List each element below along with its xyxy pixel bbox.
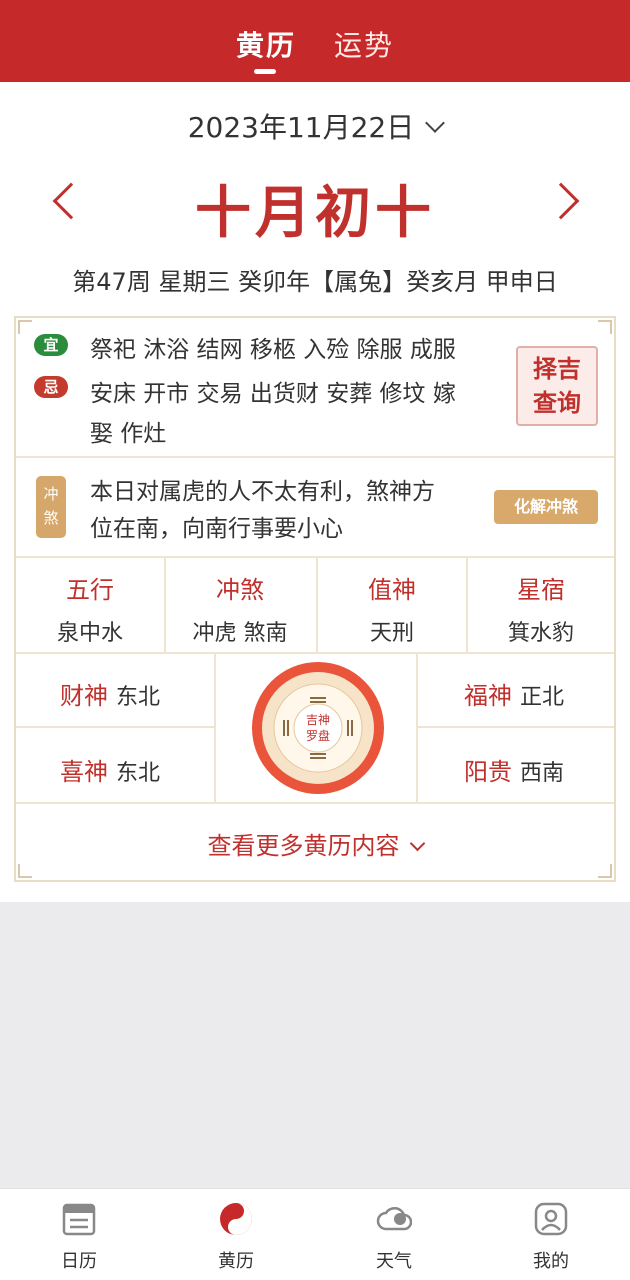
ji-line: 安床 开市 交易 出货财 安葬 修坟 嫁 bbox=[90, 381, 456, 407]
divider bbox=[418, 726, 614, 728]
more-almanac-button[interactable]: 查看更多黄历内容 bbox=[16, 826, 614, 861]
corner-decoration bbox=[18, 320, 32, 334]
ji-line: 娶 作灶 bbox=[90, 421, 167, 447]
yi-activities: 祭祀 沐浴 结网 移柩 入殓 除服 成服 bbox=[90, 337, 456, 363]
attr-label: 冲煞 bbox=[216, 576, 264, 604]
nav-label: 日历 bbox=[61, 1251, 97, 1272]
god-label: 福神 bbox=[464, 682, 512, 710]
attr-value: 泉中水 bbox=[56, 621, 123, 646]
attr-zhishen[interactable]: 值神 天刑 bbox=[318, 570, 466, 647]
nav-huangli[interactable]: 黄历 bbox=[157, 1189, 315, 1280]
nav-mine[interactable]: 我的 bbox=[472, 1189, 630, 1280]
attr-value: 天刑 bbox=[369, 621, 414, 646]
luopan-compass-icon[interactable]: 吉神 罗盘 bbox=[250, 660, 386, 796]
god-direction: 东北 bbox=[116, 685, 161, 710]
zeji-label: 查询 bbox=[533, 388, 581, 417]
attr-label: 值神 bbox=[368, 576, 416, 604]
chongsha-badge-char: 煞 bbox=[43, 509, 59, 527]
attr-xingxiu[interactable]: 星宿 箕水豹 bbox=[468, 570, 614, 647]
divider bbox=[16, 556, 614, 558]
yi-badge: 宜 bbox=[34, 334, 68, 356]
chongsha-line: 本日对属虎的人不太有利，煞神方 bbox=[90, 479, 435, 505]
ji-badge: 忌 bbox=[34, 376, 68, 398]
more-label: 查看更多黄历内容 bbox=[207, 832, 400, 860]
almanac-card: 宜 祭祀 沐浴 结网 移柩 入殓 除服 成服 忌 安床 开市 交易 出货财 安葬… bbox=[14, 316, 616, 882]
zeji-label: 择吉 bbox=[533, 354, 581, 383]
attr-label: 五行 bbox=[66, 576, 114, 604]
ji-activities: 安床 开市 交易 出货财 安葬 修坟 嫁 娶 作灶 bbox=[90, 374, 500, 454]
date-picker[interactable]: 2023年11月22日 bbox=[0, 106, 630, 146]
yin-yang-icon bbox=[220, 1203, 252, 1235]
divider bbox=[16, 726, 214, 728]
attr-chongsha[interactable]: 冲煞 冲虎 煞南 bbox=[166, 570, 314, 647]
god-direction: 正北 bbox=[520, 685, 565, 710]
chongsha-badge-char: 冲 bbox=[43, 485, 59, 503]
attr-label: 星宿 bbox=[517, 576, 565, 604]
nav-weather[interactable]: 天气 bbox=[315, 1189, 473, 1280]
nav-label: 我的 bbox=[533, 1251, 569, 1272]
divider bbox=[16, 802, 614, 804]
corner-decoration bbox=[598, 320, 612, 334]
top-bar: 黄历 运势 bbox=[0, 0, 630, 82]
luopan-label: 吉神 bbox=[306, 713, 330, 727]
tab-huangli[interactable]: 黄历 bbox=[236, 24, 296, 64]
attr-value: 箕水豹 bbox=[507, 621, 574, 646]
nav-label: 天气 bbox=[376, 1251, 412, 1272]
god-xishen[interactable]: 喜神 东北 bbox=[60, 752, 160, 787]
god-label: 喜神 bbox=[60, 758, 108, 786]
divider bbox=[416, 654, 418, 802]
divider bbox=[16, 456, 614, 458]
corner-decoration bbox=[598, 864, 612, 878]
user-icon bbox=[534, 1202, 568, 1236]
calendar-icon bbox=[62, 1203, 96, 1236]
chevron-down-icon bbox=[409, 835, 425, 852]
attr-wuxing[interactable]: 五行 泉中水 bbox=[16, 570, 164, 647]
corner-decoration bbox=[18, 864, 32, 878]
bottom-nav: 日历 黄历 天气 我的 bbox=[0, 1188, 630, 1280]
divider bbox=[16, 652, 614, 654]
cloud-icon bbox=[376, 1206, 412, 1231]
divider bbox=[214, 654, 216, 802]
god-direction: 西南 bbox=[520, 761, 565, 786]
nav-label: 黄历 bbox=[218, 1251, 254, 1272]
lunar-date: 十月初十 bbox=[195, 180, 435, 246]
chongsha-line: 位在南，向南行事要小心 bbox=[90, 516, 343, 542]
chevron-down-icon bbox=[425, 113, 446, 133]
god-label: 财神 bbox=[60, 682, 108, 710]
chongsha-badge: 冲 煞 bbox=[36, 476, 66, 538]
resolve-chongsha-button[interactable]: 化解冲煞 bbox=[494, 490, 598, 524]
god-label: 阳贵 bbox=[464, 758, 512, 786]
luopan-label: 罗盘 bbox=[306, 728, 330, 743]
nav-calendar[interactable]: 日历 bbox=[0, 1189, 158, 1280]
zeji-query-button[interactable]: 择吉 查询 bbox=[516, 346, 598, 426]
attr-value: 冲虎 煞南 bbox=[192, 621, 288, 646]
god-caishen[interactable]: 财神 东北 bbox=[60, 676, 160, 711]
ganzhi-info: 第47周 星期三 癸卯年【属兔】癸亥月 甲申日 bbox=[72, 268, 558, 296]
tab-yunshi[interactable]: 运势 bbox=[334, 24, 394, 64]
active-tab-indicator bbox=[254, 69, 276, 74]
solar-date: 2023年11月22日 bbox=[187, 111, 415, 144]
god-fushen[interactable]: 福神 正北 bbox=[464, 676, 564, 711]
god-direction: 东北 bbox=[116, 761, 161, 786]
chongsha-description: 本日对属虎的人不太有利，煞神方 位在南，向南行事要小心 bbox=[90, 474, 490, 548]
god-yanggui[interactable]: 阳贵 西南 bbox=[464, 752, 564, 787]
